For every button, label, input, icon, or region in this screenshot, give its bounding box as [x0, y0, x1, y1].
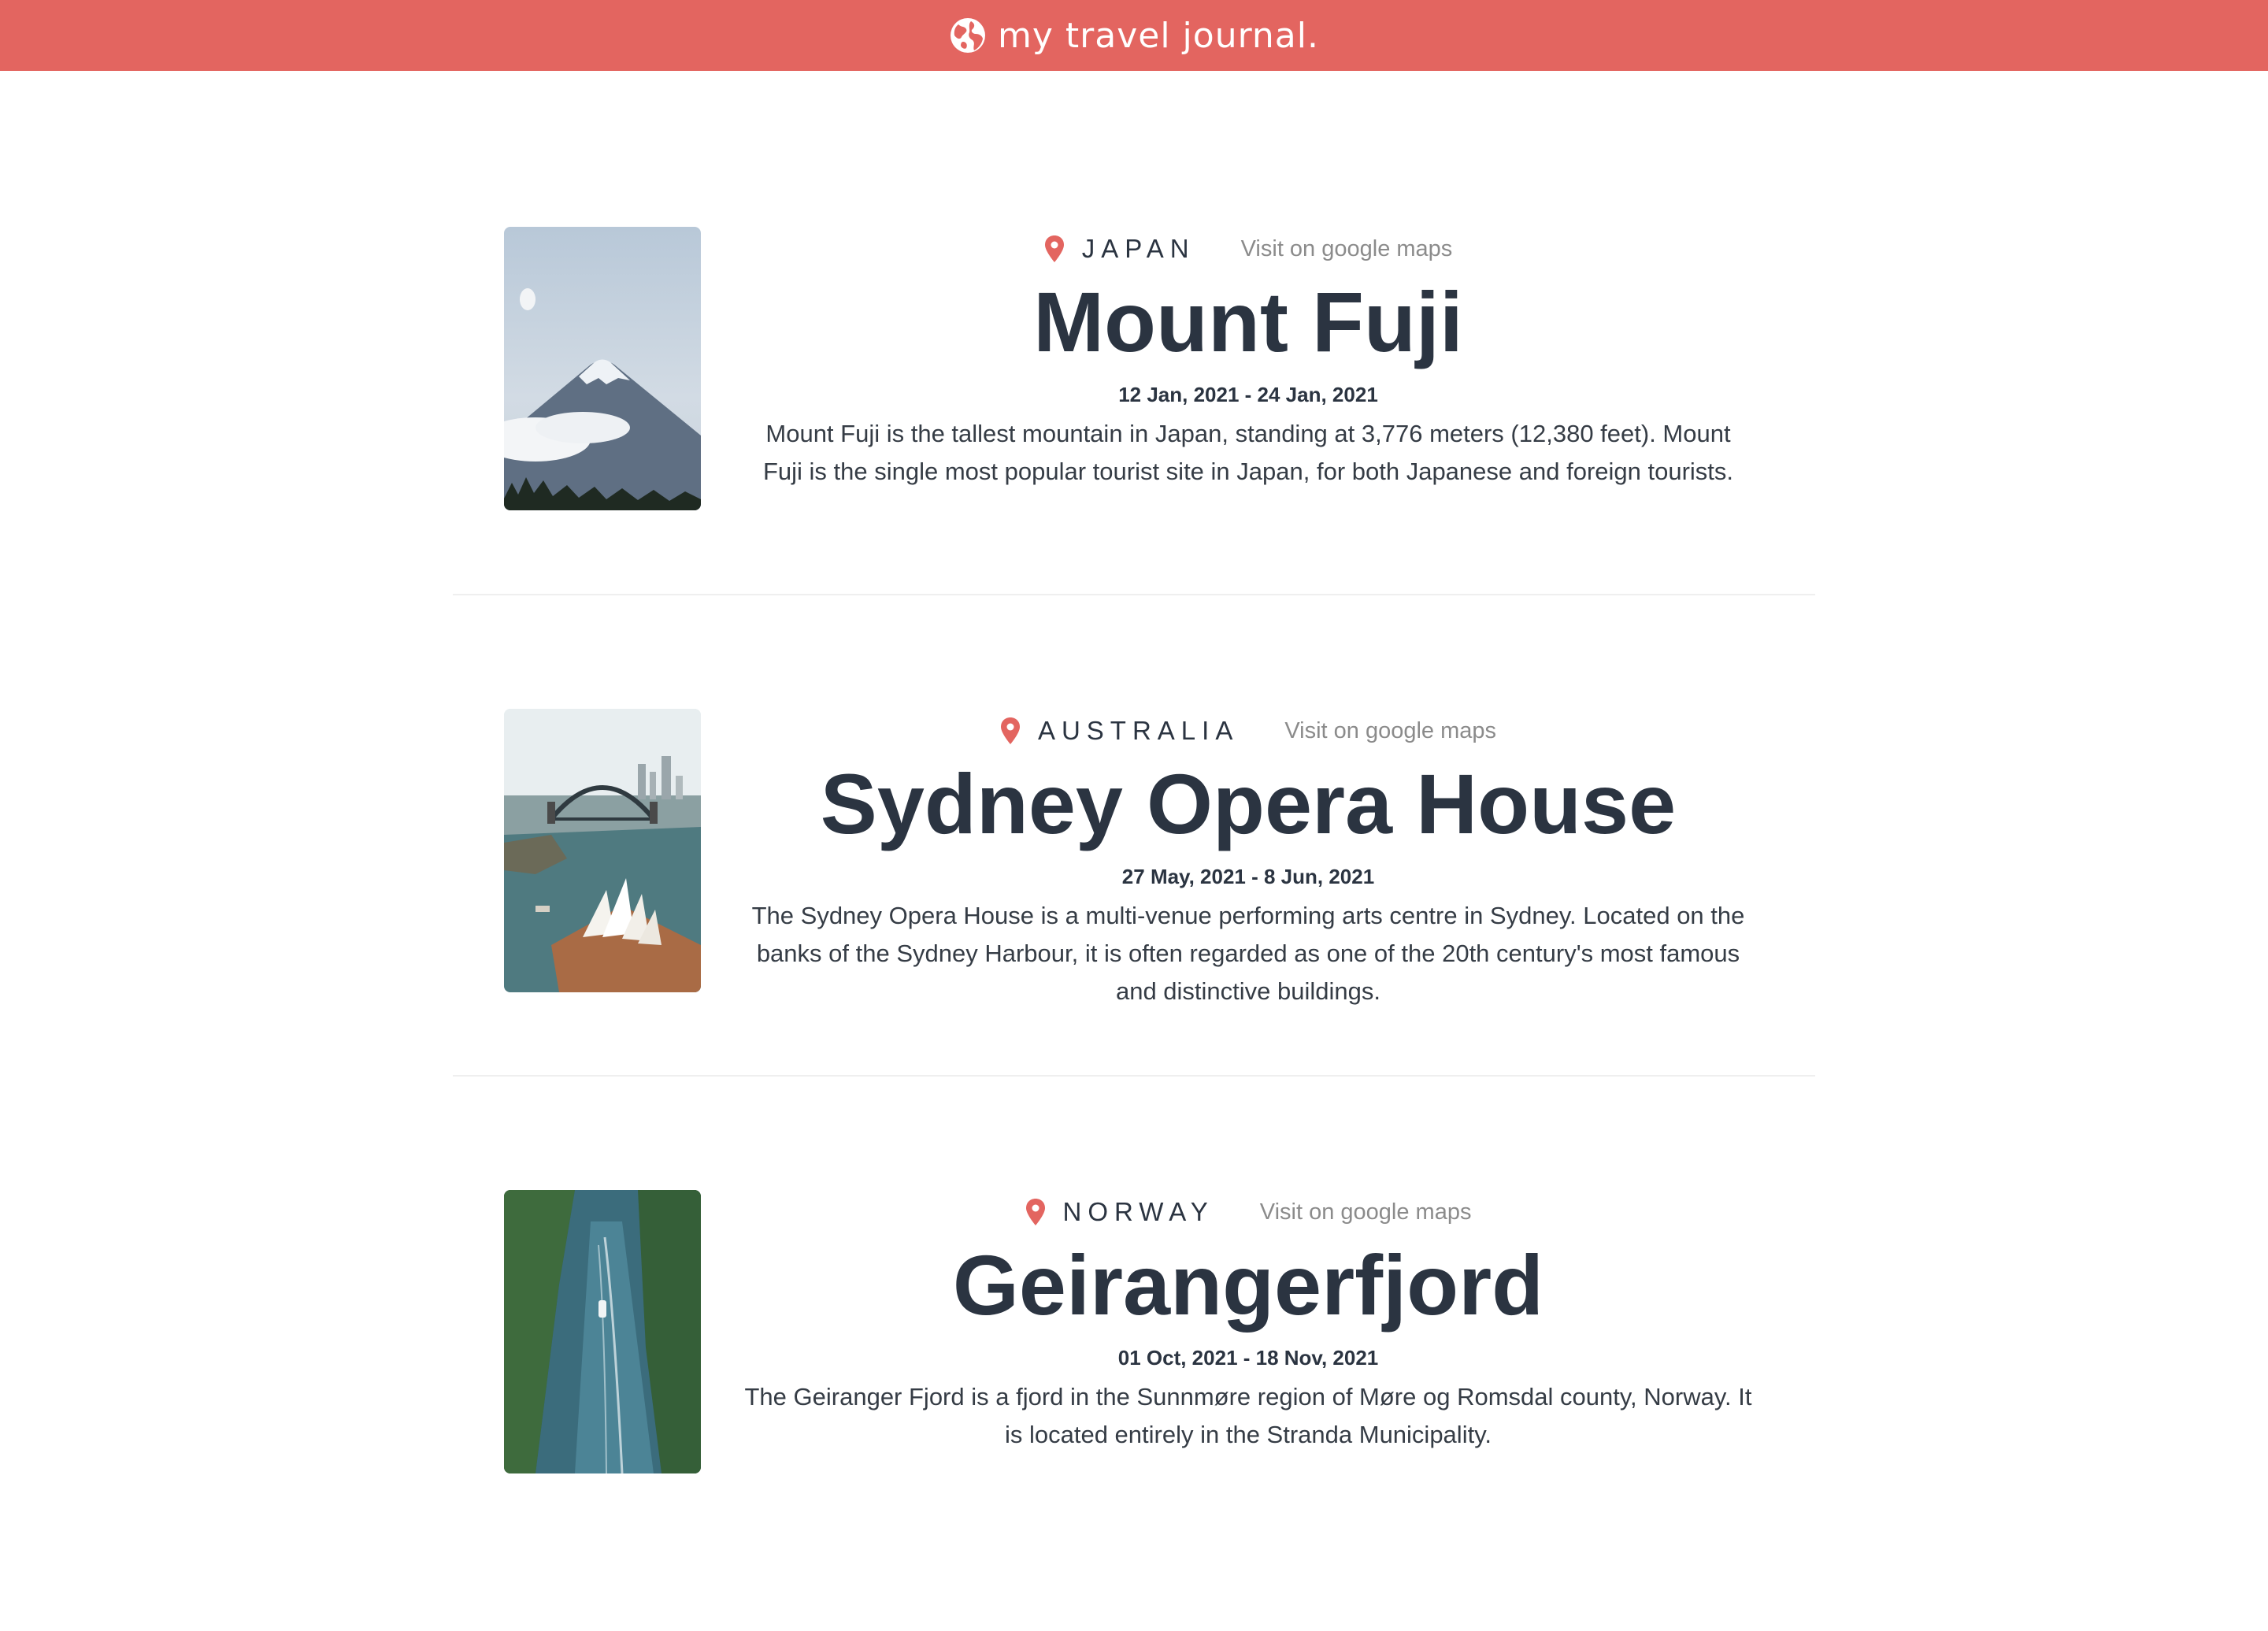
trip-dates: 12 Jan, 2021 - 24 Jan, 2021	[1118, 383, 1378, 406]
google-maps-link[interactable]: Visit on google maps	[1241, 236, 1453, 262]
entry-content: NORWAY Visit on google maps Geirangerfjo…	[740, 1190, 1756, 1454]
journal-entry: AUSTRALIA Visit on google maps Sydney Op…	[0, 709, 2268, 1150]
location-pin-icon	[1025, 1199, 1045, 1225]
entry-divider	[453, 594, 1815, 595]
location-row: NORWAY Visit on google maps	[740, 1190, 1756, 1234]
country-label: NORWAY	[1062, 1197, 1214, 1226]
place-description: Mount Fuji is the tallest mountain in Ja…	[762, 420, 1734, 485]
place-title: Mount Fuji	[1033, 274, 1463, 369]
opera-house-photo	[504, 709, 701, 992]
location-pin-icon	[1044, 235, 1064, 262]
trip-dates: 27 May, 2021 - 8 Jun, 2021	[1121, 865, 1375, 888]
journal-entry: NORWAY Visit on google maps Geirangerfjo…	[0, 1190, 2268, 1631]
app-title: my travel journal.	[998, 15, 1319, 56]
entry-divider	[453, 1075, 1815, 1077]
location-row: AUSTRALIA Visit on google maps	[740, 709, 1756, 753]
entry-content: AUSTRALIA Visit on google maps Sydney Op…	[740, 709, 1756, 1010]
google-maps-link[interactable]: Visit on google maps	[1260, 1199, 1472, 1225]
top-bar: my travel journal.	[0, 0, 2268, 71]
place-description: The Sydney Opera House is a multi-venue …	[751, 902, 1745, 1005]
opera-house-photo-image	[504, 709, 701, 992]
country-label: JAPAN	[1081, 234, 1195, 263]
mountain-photo	[504, 227, 701, 510]
location-row: JAPAN Visit on google maps	[740, 227, 1756, 271]
trip-dates: 01 Oct, 2021 - 18 Nov, 2021	[1117, 1346, 1379, 1370]
place-description: The Geiranger Fjord is a fjord in the Su…	[744, 1383, 1752, 1448]
fjord-photo	[504, 1190, 701, 1473]
globe-icon	[951, 18, 986, 53]
brand[interactable]: my travel journal.	[949, 16, 1319, 56]
journal-entry: JAPAN Visit on google maps Mount Fuji 12…	[0, 227, 2268, 668]
place-title: Geirangerfjord	[952, 1237, 1544, 1333]
fjord-photo-image	[504, 1190, 701, 1473]
mountain-photo-image	[504, 227, 701, 510]
country-label: AUSTRALIA	[1037, 716, 1240, 745]
entry-content: JAPAN Visit on google maps Mount Fuji 12…	[740, 227, 1756, 491]
location-pin-icon	[1000, 717, 1020, 744]
place-title: Sydney Opera House	[820, 756, 1677, 851]
google-maps-link[interactable]: Visit on google maps	[1284, 718, 1496, 744]
